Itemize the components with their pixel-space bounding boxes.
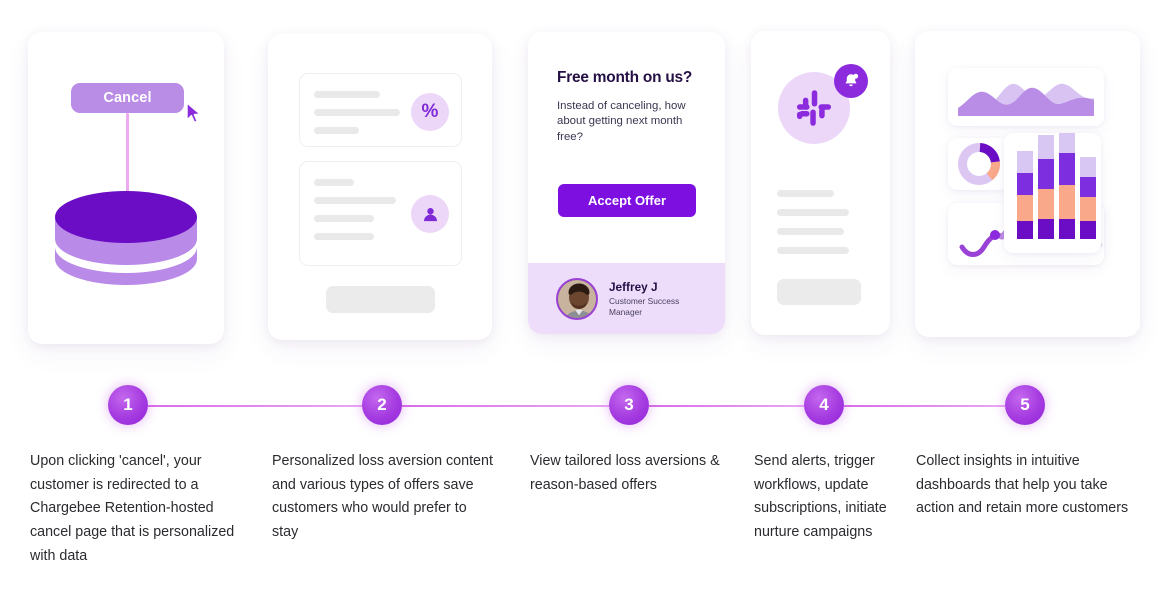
step-caption-3: View tailored loss aversions & reason-ba… xyxy=(530,453,720,493)
agent-details: Jeffrey J Customer Success Manager xyxy=(609,280,679,317)
cancel-button[interactable]: Cancel xyxy=(71,83,184,113)
step-caption-4: Send alerts, trigger workflows, update s… xyxy=(754,453,887,541)
skeleton-line xyxy=(777,209,849,216)
timeline-step-5[interactable]: 5 xyxy=(1005,385,1045,425)
area-chart xyxy=(958,83,1094,116)
cancel-button-label: Cancel xyxy=(103,90,152,106)
accept-offer-button[interactable]: Accept Offer xyxy=(558,184,696,217)
skeleton-line xyxy=(777,190,834,197)
skeleton-line xyxy=(314,233,374,240)
stacked-bar-chart xyxy=(1017,127,1096,239)
bell-icon-glyph xyxy=(845,73,859,87)
timeline-step-1[interactable]: 1 xyxy=(108,385,148,425)
slack-icon-wrapper xyxy=(778,64,868,144)
timeline-connector xyxy=(844,405,1005,407)
step-number: 2 xyxy=(377,395,387,414)
skeleton-line xyxy=(777,228,844,235)
bar-group xyxy=(1080,157,1096,239)
timeline-connector xyxy=(402,405,610,407)
percent-icon-glyph: % xyxy=(421,101,439,122)
agent-role-line1: Customer Success xyxy=(609,296,680,307)
percent-icon: % xyxy=(411,93,449,131)
timeline-step-3[interactable]: 3 xyxy=(609,385,649,425)
card-offer-content: % xyxy=(268,34,492,340)
agent-footer: Jeffrey J Customer Success Manager xyxy=(528,263,725,334)
card-cancel-flow: Cancel xyxy=(28,32,224,344)
agent-role-line2: Manager xyxy=(609,306,643,317)
area-chart-panel xyxy=(948,68,1104,126)
skeleton-line xyxy=(314,91,380,98)
timeline-step-2[interactable]: 2 xyxy=(362,385,402,425)
donut-chart-panel xyxy=(948,138,1010,190)
skeleton-line xyxy=(314,215,374,222)
timeline: 1 2 3 4 5 xyxy=(0,385,1175,427)
avatar xyxy=(556,277,598,320)
skeleton-line xyxy=(314,197,396,204)
database-cylinder-icon xyxy=(55,191,197,285)
offer-row-discount: % xyxy=(299,73,462,147)
step-number: 5 xyxy=(1020,395,1030,414)
timeline-connector xyxy=(649,405,805,407)
skeleton-line xyxy=(314,179,354,186)
step-caption-5: Collect insights in intuitive dashboards… xyxy=(916,453,1129,517)
step-number: 4 xyxy=(819,395,829,414)
bell-notification-icon xyxy=(834,64,868,98)
agent-role: Customer Success Manager xyxy=(609,296,679,317)
timeline-connector xyxy=(148,405,364,407)
step-number: 1 xyxy=(123,395,133,414)
step-caption-2: Personalized loss aversion content and v… xyxy=(272,453,493,541)
skeleton-line xyxy=(777,247,849,254)
skeleton-line xyxy=(314,109,400,116)
offer-body-text: Instead of canceling, how about getting … xyxy=(557,100,686,143)
skeleton-line xyxy=(314,127,359,134)
card-offer-modal: Free month on us? Instead of canceling, … xyxy=(528,32,725,334)
card-slack-notification xyxy=(751,31,890,335)
offer-modal-body: Free month on us? Instead of canceling, … xyxy=(528,32,725,145)
donut-chart xyxy=(958,143,1000,185)
bar-group xyxy=(1017,151,1033,239)
button-placeholder xyxy=(326,286,435,313)
cursor-arrow-icon xyxy=(186,102,201,124)
retention-flow-infographic: Cancel % Free month on us? Instead of ca… xyxy=(0,0,1175,592)
step-caption-1: Upon clicking 'cancel', your customer is… xyxy=(30,453,235,564)
line-chart-marker xyxy=(990,230,1000,240)
offer-row-contact xyxy=(299,161,462,266)
bar-chart-panel xyxy=(1004,127,1101,253)
agent-name: Jeffrey J xyxy=(609,280,658,295)
caption-row: Upon clicking 'cancel', your customer is… xyxy=(0,450,1175,580)
step-number: 3 xyxy=(624,395,634,414)
button-placeholder xyxy=(777,279,861,305)
slack-icon xyxy=(796,90,832,126)
bar-group xyxy=(1038,135,1054,239)
card-analytics-dashboard xyxy=(915,31,1140,337)
agent-photo-avatar xyxy=(558,279,596,318)
timeline-step-4[interactable]: 4 xyxy=(804,385,844,425)
illustration-card-row: Cancel % Free month on us? Instead of ca… xyxy=(0,0,1175,345)
bar-group xyxy=(1059,127,1075,239)
offer-heading: Free month on us? xyxy=(557,69,693,86)
person-icon-glyph xyxy=(423,207,437,221)
person-icon xyxy=(411,195,449,233)
